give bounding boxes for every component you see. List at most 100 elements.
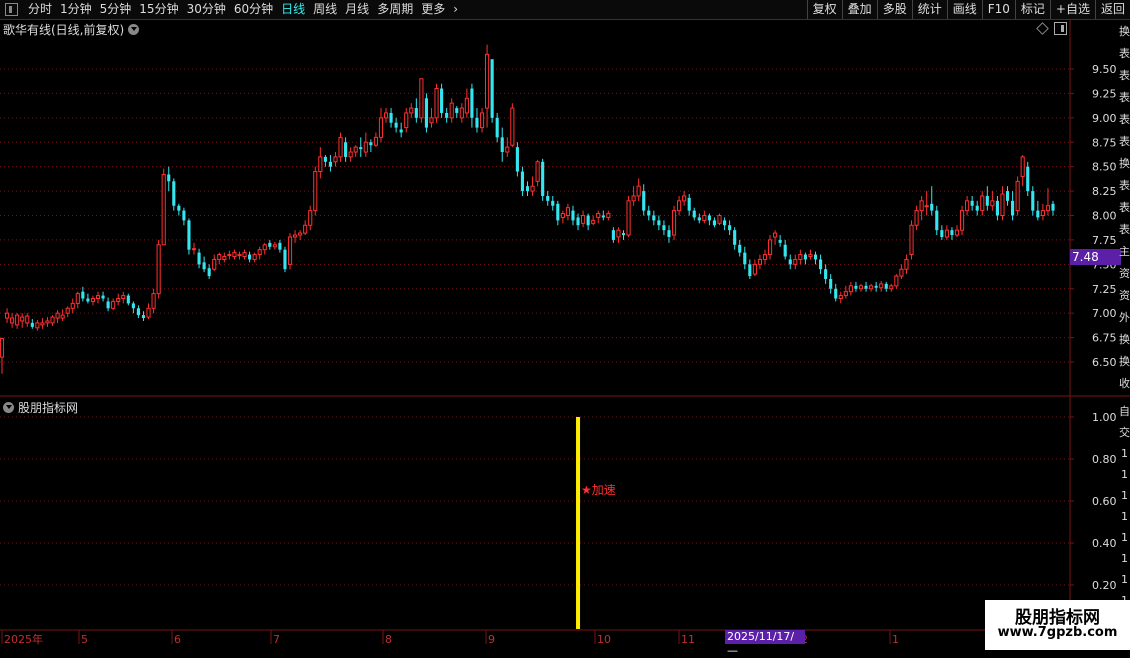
candle	[525, 181, 530, 196]
candle	[156, 239, 161, 299]
candle	[55, 310, 60, 323]
candle	[333, 152, 338, 167]
candle	[202, 256, 206, 273]
candle	[0, 337, 5, 374]
side-label: 1	[1121, 573, 1128, 586]
candle	[677, 195, 682, 216]
candle	[131, 301, 135, 314]
candle	[359, 137, 363, 157]
candle	[904, 254, 909, 275]
candle	[1000, 186, 1005, 221]
candle	[383, 108, 389, 123]
signal-label: ★加速	[581, 483, 616, 497]
candle	[692, 207, 696, 221]
x-tick-label: 10	[597, 633, 611, 646]
candle	[798, 249, 803, 265]
candle	[500, 127, 504, 162]
candle	[272, 241, 277, 250]
candle	[717, 213, 722, 226]
indicator-y-tick: 1.00	[1092, 411, 1117, 424]
candle	[101, 291, 105, 302]
candle	[819, 254, 823, 275]
indicator-y-tick: 0.60	[1092, 495, 1117, 508]
candle	[4, 308, 10, 323]
candle	[1031, 186, 1035, 216]
candle	[40, 318, 45, 329]
indicator-y-tick: 0.20	[1092, 579, 1117, 592]
chevron-down-icon[interactable]	[3, 402, 14, 413]
candle	[1020, 154, 1025, 187]
candle	[621, 230, 626, 240]
candle	[662, 220, 666, 236]
kline-chart[interactable]: 9.509.259.008.758.508.258.007.757.507.25…	[0, 0, 1130, 650]
candle	[520, 166, 525, 196]
side-label: 资	[1119, 267, 1130, 280]
candle	[445, 108, 449, 123]
candle	[914, 205, 919, 231]
candle	[328, 154, 333, 172]
y-tick-label: 9.50	[1092, 63, 1117, 76]
candle	[227, 250, 232, 260]
candle	[924, 191, 929, 216]
x-tick-label: 6	[174, 633, 181, 646]
candle	[470, 83, 474, 128]
candle	[1040, 203, 1045, 221]
candle	[1005, 186, 1010, 206]
candle	[980, 191, 985, 216]
candle	[136, 305, 140, 319]
candle	[222, 252, 227, 263]
candle	[313, 166, 318, 216]
side-label: 表	[1119, 135, 1130, 148]
side-label: 表	[1119, 223, 1130, 236]
candle	[116, 293, 121, 306]
y-tick-label: 7.25	[1092, 283, 1117, 296]
candle	[293, 230, 298, 243]
candle	[363, 132, 368, 157]
candle	[702, 210, 707, 224]
side-label: 换	[1119, 355, 1130, 368]
candle	[752, 259, 757, 277]
candle	[581, 210, 586, 228]
candle	[70, 298, 75, 314]
candle	[237, 251, 242, 260]
candle	[874, 281, 878, 292]
candle	[111, 298, 116, 311]
candle	[126, 293, 130, 306]
candle	[813, 251, 818, 265]
side-label: 自	[1119, 405, 1130, 418]
candle	[35, 320, 40, 331]
candle	[556, 200, 560, 226]
candle	[298, 230, 303, 240]
candle	[843, 285, 848, 299]
candle	[909, 220, 914, 260]
candle	[419, 78, 424, 123]
candle	[30, 319, 34, 329]
candle	[424, 93, 429, 133]
candle	[373, 132, 378, 148]
side-label: 换	[1119, 25, 1130, 38]
x-tick-label: 7	[273, 633, 280, 646]
candle	[687, 194, 691, 216]
candle	[642, 184, 646, 216]
candle	[586, 213, 590, 231]
side-label: 1	[1121, 552, 1128, 565]
candle	[475, 108, 479, 133]
side-label: 1	[1121, 510, 1128, 523]
watermark-logo: 股朋指标网 www.7gpzb.com	[985, 600, 1130, 650]
y-tick-label: 8.50	[1092, 161, 1117, 174]
current-price-tag: 7.48	[1070, 249, 1121, 265]
candle	[86, 293, 90, 304]
candle	[601, 210, 605, 221]
side-label: 交	[1119, 426, 1130, 439]
candle	[671, 205, 677, 240]
candle	[283, 246, 287, 273]
candle	[1026, 161, 1030, 196]
candle	[191, 242, 197, 255]
candle	[378, 108, 384, 143]
candle	[303, 220, 308, 236]
candle	[591, 215, 596, 226]
candle	[1036, 200, 1040, 221]
side-label: 表	[1119, 201, 1130, 214]
candle	[829, 274, 833, 294]
x-tick-label: 2025年	[4, 632, 43, 646]
